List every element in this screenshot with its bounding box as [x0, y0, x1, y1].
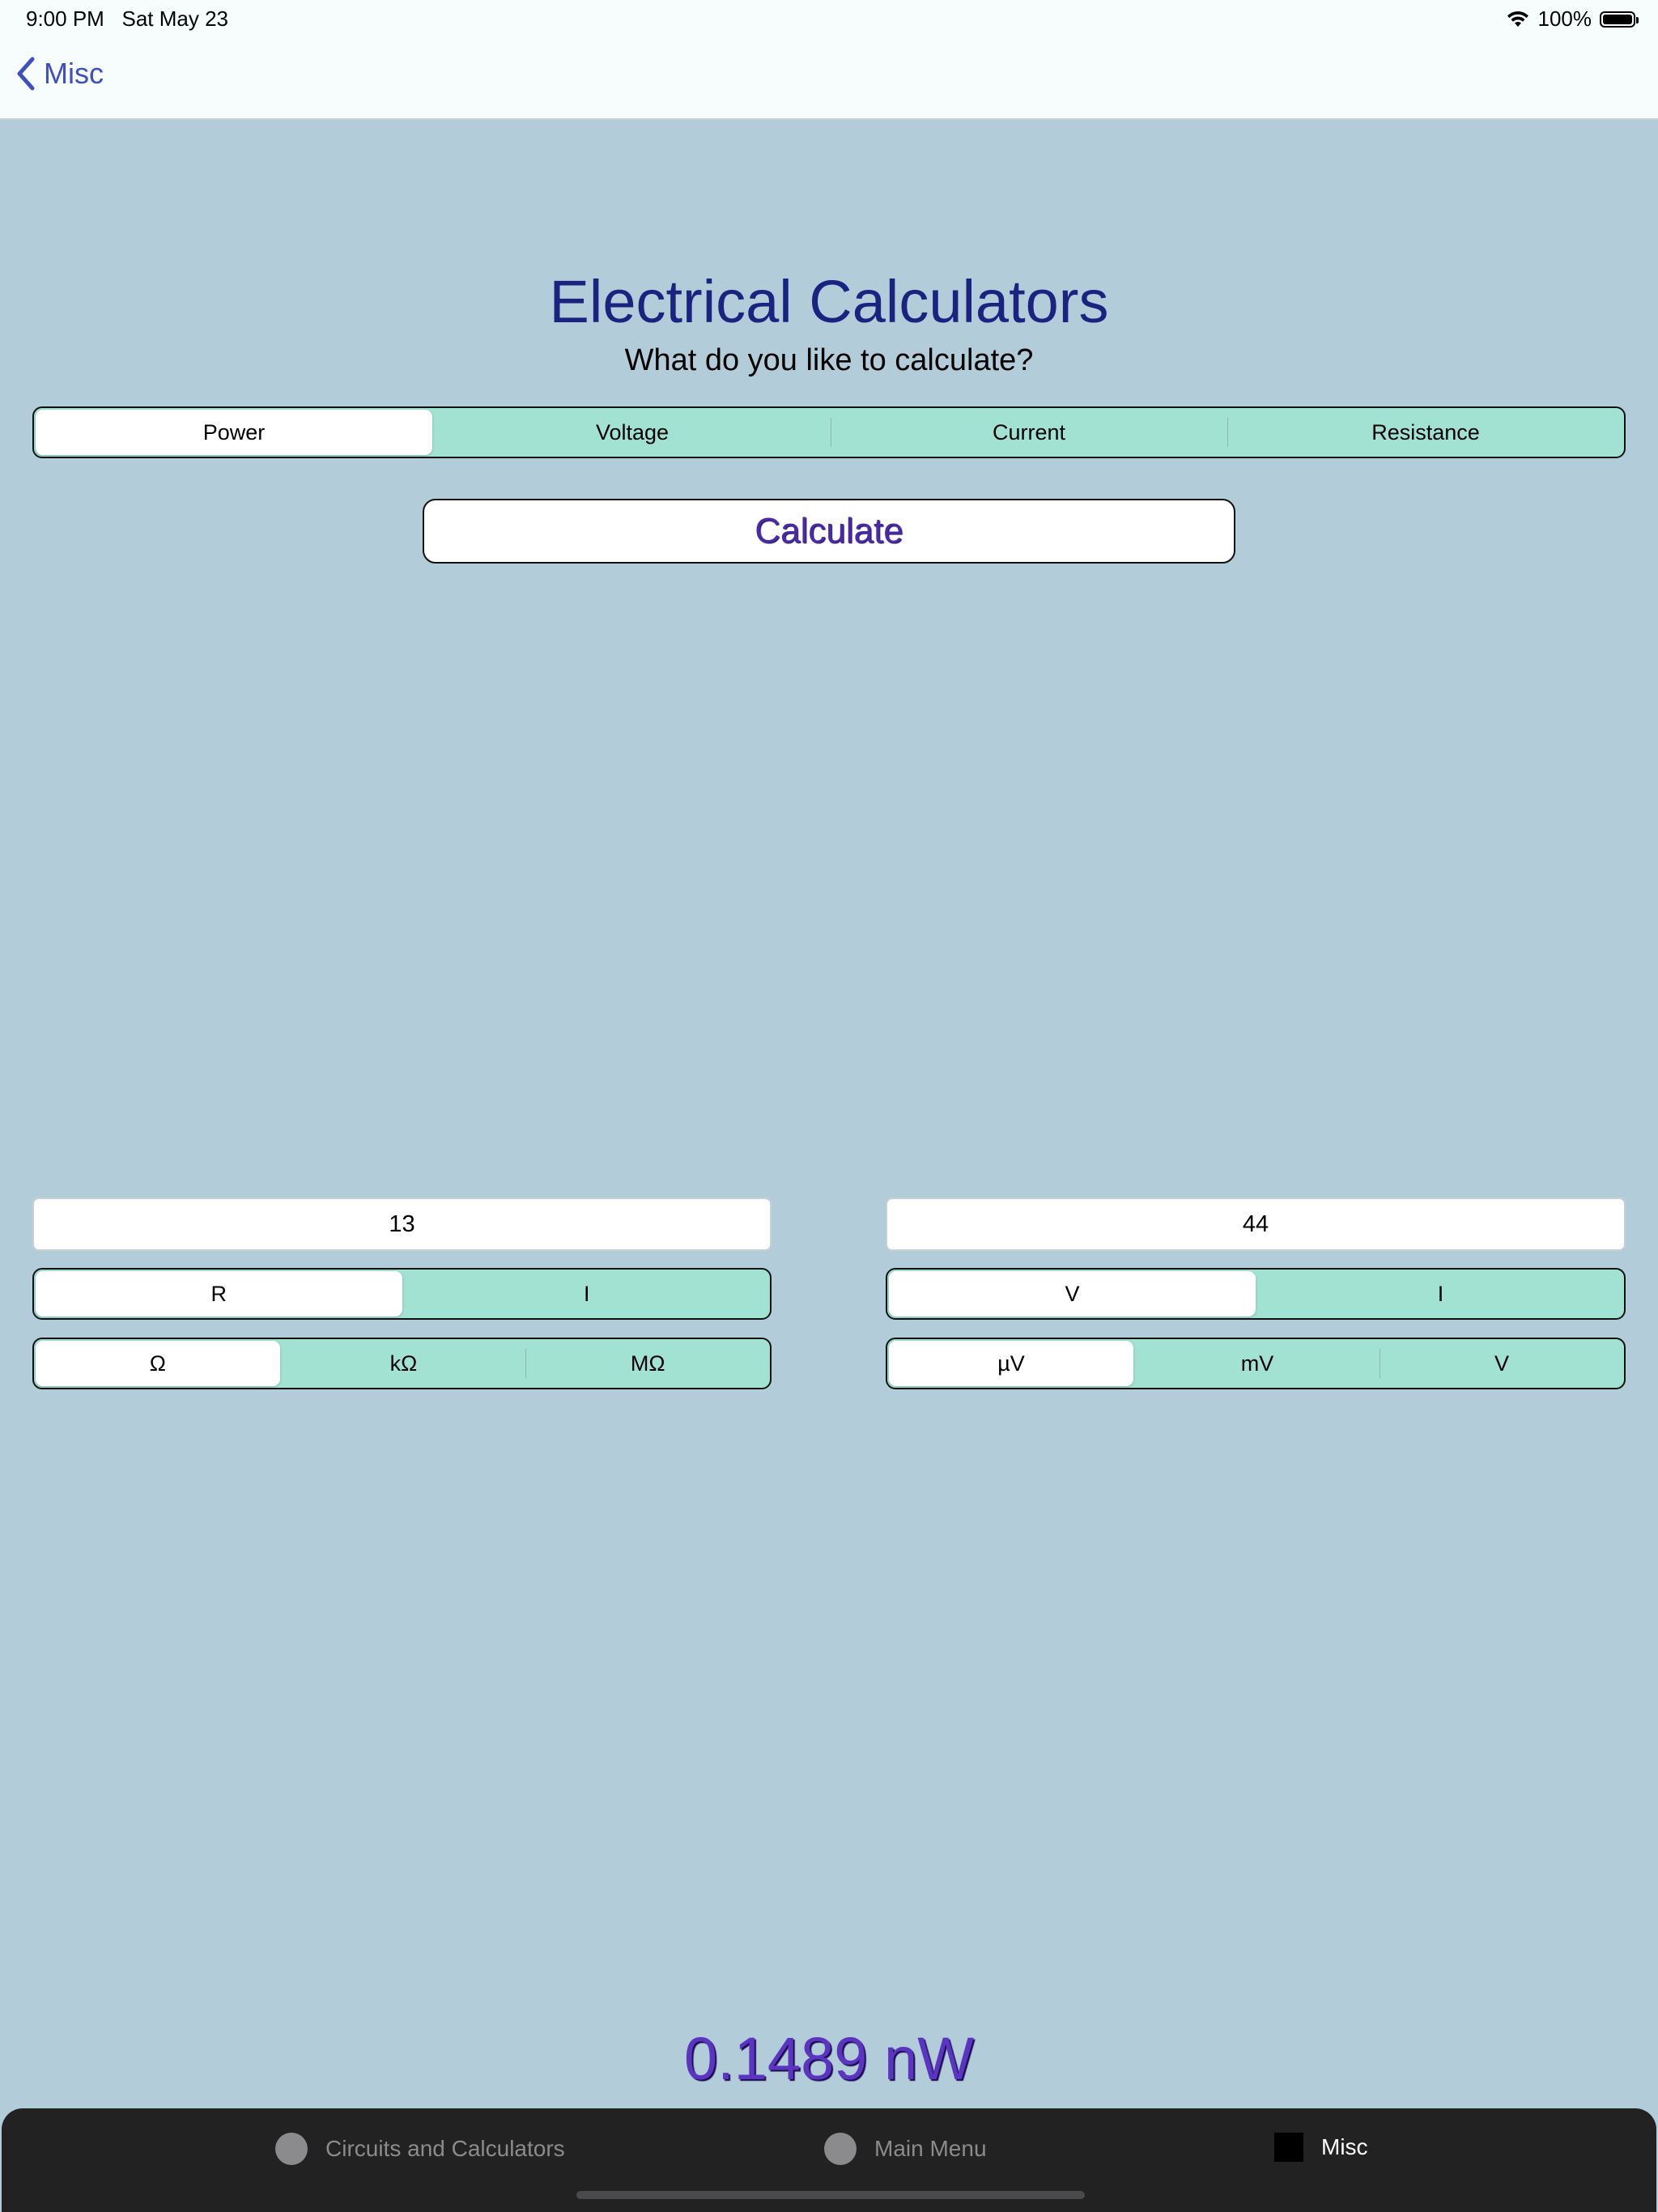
tab-bar: Circuits and Calculators Main Menu Misc — [2, 2108, 1656, 2212]
left-value-input[interactable] — [32, 1197, 772, 1251]
right-type-control: V I — [886, 1268, 1626, 1320]
status-bar: 9:00 PM Sat May 23 100% — [0, 0, 1658, 39]
page-subtitle: What do you like to calculate? — [624, 343, 1034, 377]
right-value-input[interactable] — [886, 1197, 1626, 1251]
left-unit-control: Ω kΩ MΩ — [32, 1338, 772, 1389]
right-unit-v[interactable]: V — [1380, 1339, 1624, 1388]
result-value: 0.1489 nW — [684, 2025, 974, 2092]
left-unit-mohm[interactable]: MΩ — [525, 1339, 770, 1388]
left-type-i[interactable]: I — [404, 1270, 771, 1318]
status-time: 9:00 PM Sat May 23 — [26, 6, 228, 32]
home-indicator — [576, 2191, 1085, 2199]
tab-current[interactable]: Current — [831, 408, 1227, 457]
back-label: Misc — [44, 57, 104, 90]
right-type-v[interactable]: V — [889, 1271, 1256, 1317]
tabbar-item-main-menu[interactable]: Main Menu — [824, 2133, 987, 2165]
chevron-left-icon — [17, 57, 35, 91]
right-unit-control: µV mV V — [886, 1338, 1626, 1389]
square-icon — [1274, 2133, 1303, 2162]
back-button[interactable]: Misc — [16, 57, 104, 91]
right-unit-uv[interactable]: µV — [889, 1341, 1133, 1386]
tabbar-item-circuits[interactable]: Circuits and Calculators — [275, 2133, 565, 2165]
status-date: Sat May 23 — [121, 6, 229, 31]
tab-power[interactable]: Power — [36, 410, 432, 455]
tabbar-label-main-menu: Main Menu — [874, 2136, 987, 2161]
left-type-control: R I — [32, 1268, 772, 1320]
right-unit-mv[interactable]: mV — [1135, 1339, 1380, 1388]
tabbar-item-misc[interactable]: Misc — [1274, 2133, 1368, 2162]
tab-resistance[interactable]: Resistance — [1227, 408, 1624, 457]
right-type-i[interactable]: I — [1257, 1270, 1624, 1318]
left-unit-kohm[interactable]: kΩ — [282, 1339, 526, 1388]
circle-icon — [824, 2133, 857, 2165]
circle-icon — [275, 2133, 308, 2165]
wifi-icon — [1507, 11, 1528, 27]
battery-percent: 100% — [1537, 6, 1592, 31]
battery-icon — [1600, 11, 1639, 28]
navigation-bar: Misc — [0, 39, 1658, 120]
tabbar-label-circuits: Circuits and Calculators — [325, 2136, 565, 2161]
left-type-r[interactable]: R — [36, 1271, 402, 1317]
page-title: Electrical Calculators — [549, 268, 1109, 335]
tabbar-label-misc: Misc — [1321, 2134, 1368, 2159]
status-right: 100% — [1506, 6, 1639, 32]
tab-voltage[interactable]: Voltage — [434, 408, 831, 457]
mode-segmented-control: Power Voltage Current Resistance — [32, 406, 1626, 458]
status-clock: 9:00 PM — [26, 6, 104, 31]
calculate-button[interactable]: Calculate — [423, 499, 1235, 564]
left-unit-ohm[interactable]: Ω — [36, 1341, 280, 1386]
